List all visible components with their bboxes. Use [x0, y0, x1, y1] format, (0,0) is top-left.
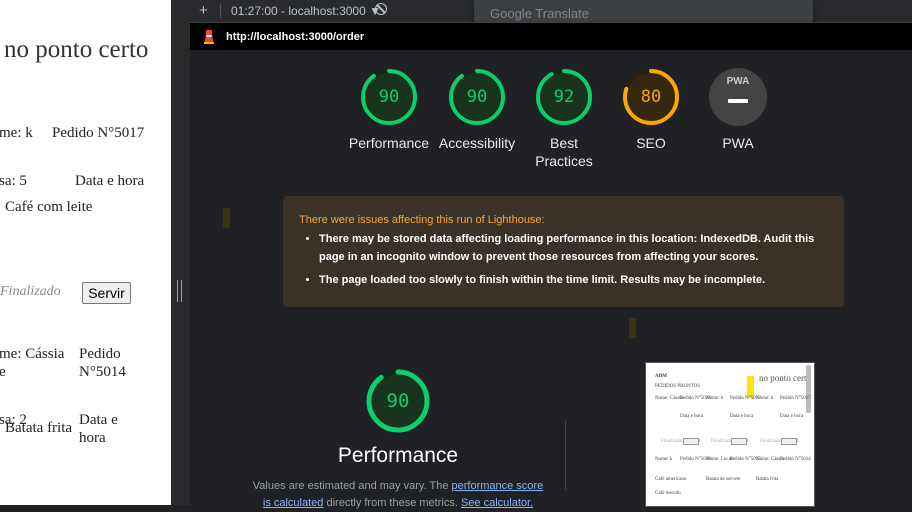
performance-title: Performance [337, 444, 459, 467]
pwa-badge-text: PWA [726, 76, 750, 87]
gauge-best-practices[interactable]: 92 Best Practices [519, 68, 609, 170]
order-number: Pedido N°5017 [52, 125, 145, 141]
translate-label: Google Translate [490, 6, 590, 21]
gauge-label: Accessibility [438, 135, 516, 151]
performance-score: 90 [386, 390, 410, 412]
thumb-subheading: PEDIDOS PRONTOS [655, 384, 701, 389]
is-calculated-link[interactable]: is calculated [263, 497, 324, 509]
thumb-cell: Café americano [655, 477, 687, 482]
gauge-label: Performance [348, 135, 430, 151]
thumb-cell: Batata de sorvete [706, 477, 741, 482]
warnings-list: There may be stored data affecting loadi… [299, 230, 839, 294]
thumb-heading: ADM [655, 374, 667, 379]
gauge-accessibility[interactable]: 90 Accessibility [432, 68, 522, 152]
thumb-cell: Finalizado [711, 439, 733, 444]
thumb-cell: Data e hora [680, 414, 704, 419]
order-datetime: Data e hora [75, 173, 145, 189]
thumb-button-outline [683, 438, 699, 445]
warning-item: The page loaded too slowly to finish wit… [319, 271, 839, 289]
performance-score-link[interactable]: performance score [452, 480, 544, 492]
warnings-heading: There were issues affecting this run of … [299, 214, 545, 226]
thumb-button-outline [731, 438, 747, 445]
new-report-icon[interactable]: + [199, 2, 208, 19]
warnings-box: There were issues affecting this run of … [283, 196, 844, 307]
see-calculator-link[interactable]: See calculator. [461, 497, 533, 509]
order-customer-name: me: k [0, 125, 33, 141]
order2-item: Batata frita [5, 420, 73, 436]
section-divider [565, 420, 566, 490]
gauge-score: 90 [466, 87, 488, 107]
desc-text: directly from these metrics. [323, 497, 461, 509]
thumb-cell: Café mexido [655, 491, 681, 496]
lighthouse-icon [204, 30, 214, 44]
url-bar: http://localhost:3000/order [190, 23, 912, 50]
panel-gap [171, 0, 190, 505]
audited-url: http://localhost:3000/order [226, 31, 365, 43]
highlight-marker [223, 208, 230, 228]
app-page-left: no ponto certo me: k Pedido N°5017 sa: 5… [0, 0, 171, 505]
thumb-cell: Nome: k [706, 396, 724, 401]
thumb-scrollbar [806, 365, 811, 413]
gauge-performance[interactable]: 90 Performance [344, 68, 434, 152]
order-table: sa: 5 [0, 173, 27, 189]
thumb-cell: Pedido N°5014 [780, 457, 811, 462]
thumb-cell: Data e hora [730, 414, 754, 419]
final-screenshot-thumbnail[interactable]: ADM no ponto certo PEDIDOS PRONTOS Nome:… [645, 362, 815, 507]
order2-customer-name: me: Cássia [0, 346, 65, 362]
pwa-badge: PWA [709, 68, 767, 126]
order2-number: N°5014 [79, 364, 126, 380]
highlight-marker [629, 318, 636, 338]
serve-button[interactable]: Servir [82, 282, 131, 304]
warning-item: There may be stored data affecting loadi… [319, 230, 839, 266]
order-item: Café com leite [5, 199, 93, 215]
desc-text: Values are estimated and may vary. The [252, 480, 452, 492]
thumb-cell: Nome: k [655, 457, 673, 462]
performance-description: Values are estimated and may vary. The p… [250, 478, 546, 512]
thumb-cell: Finalizado [661, 439, 683, 444]
gauge-label: PWA [722, 135, 754, 151]
gauge-label: SEO [636, 135, 666, 151]
thumb-cell: Data e hora [780, 414, 804, 419]
order2-number-label: Pedido [79, 346, 121, 362]
gauge-score: 92 [553, 87, 575, 107]
report-selector[interactable]: 01:27:00 - localhost:3000 ▼ [231, 4, 381, 18]
thumb-cell: Nome: Lucas [706, 457, 733, 462]
gauge-score: 80 [640, 87, 662, 107]
thumb-button-outline [781, 438, 797, 445]
gauge-label: Best Practices [535, 135, 593, 169]
gauge-seo[interactable]: 80 SEO [606, 68, 696, 152]
gauge-score: 90 [378, 87, 400, 107]
order2-datetime: Data e [79, 412, 118, 428]
thumb-cell: Nome: Cássia [655, 396, 683, 401]
pwa-dash-icon [728, 99, 748, 103]
panel-resize-handle[interactable] [177, 280, 182, 302]
order2-datetime-cont: hora [79, 430, 106, 446]
performance-gauge-large: 90 [365, 368, 431, 434]
thumb-cell: Batata frita [756, 477, 779, 482]
thumb-highlight [747, 376, 754, 398]
thumb-title: no ponto certo [759, 373, 811, 383]
order-status: Finalizado [0, 284, 61, 299]
toolbar-divider [220, 4, 221, 18]
order2-customer-name-cont: e [0, 364, 6, 380]
thumb-cell: Finalizado [760, 439, 782, 444]
app-title: no ponto certo [4, 36, 149, 63]
thumb-cell: Nome: k [756, 396, 774, 401]
thumb-cell: Pedido N°5017 [780, 396, 811, 401]
clear-icon[interactable] [375, 3, 387, 15]
gauge-pwa[interactable]: PWA PWA [693, 68, 783, 152]
